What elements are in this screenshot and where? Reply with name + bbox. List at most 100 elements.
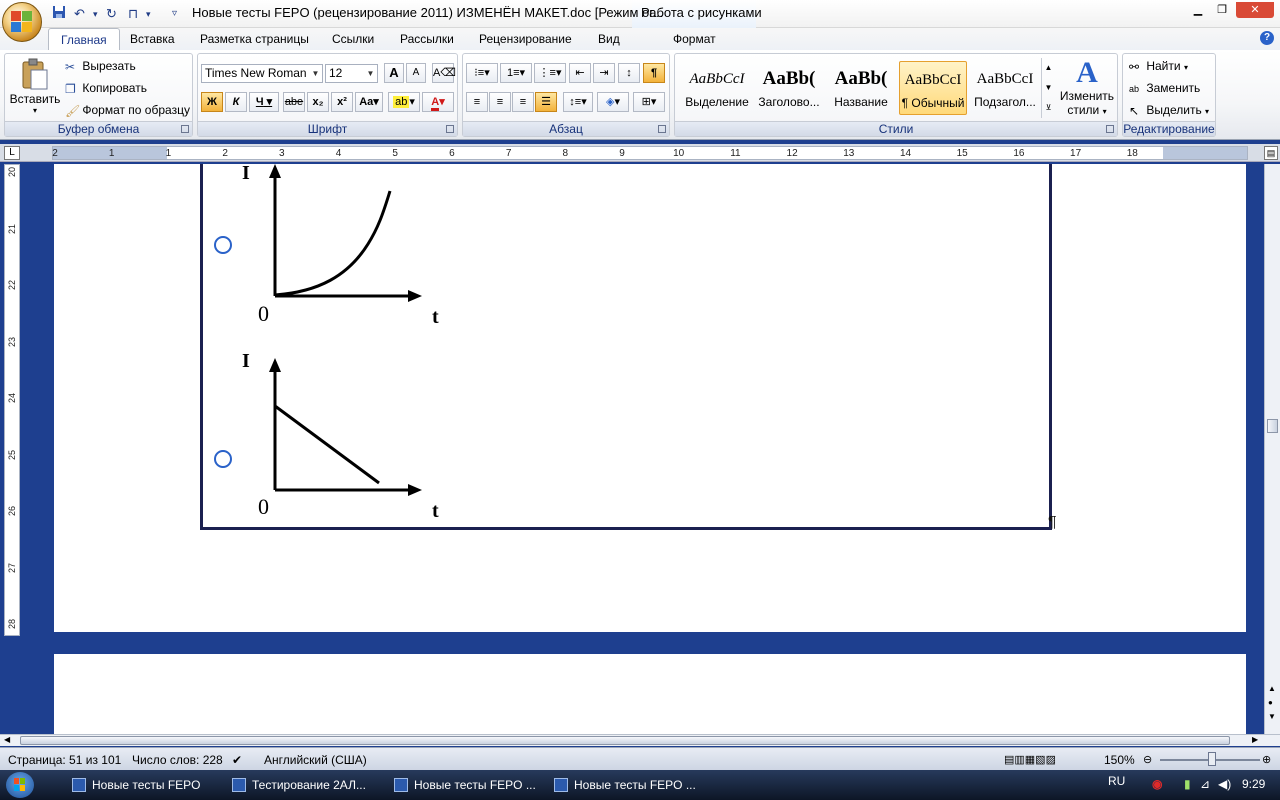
change-styles-button[interactable]: A Изменить стили ▾ <box>1058 57 1116 118</box>
line-spacing-button[interactable]: ↕≡▾ <box>563 92 593 112</box>
vertical-ruler[interactable]: 20 21 22 23 24 25 26 27 28 <box>4 164 20 636</box>
superscript-button[interactable]: x² <box>331 92 353 112</box>
spelling-check-icon[interactable]: ✔ <box>232 753 242 767</box>
taskbar-item-3[interactable]: Новые тесты FEPO ... <box>390 773 546 797</box>
tab-view[interactable]: Вид <box>598 32 620 46</box>
clear-formatting-icon[interactable]: A⌫ <box>432 63 456 83</box>
style-subtitle[interactable]: AaBbCcI Подзагол... <box>971 61 1039 115</box>
tab-page-layout[interactable]: Разметка страницы <box>200 32 309 46</box>
quick-access-customize-icon[interactable]: ⊓ <box>128 5 138 23</box>
antivirus-icon[interactable]: ◉ <box>1152 777 1162 791</box>
network-icon[interactable]: ⊿ <box>1200 777 1210 791</box>
font-color-button[interactable]: A▾ <box>422 92 454 112</box>
bold-button[interactable]: Ж <box>201 92 223 112</box>
tab-home[interactable]: Главная <box>48 28 120 50</box>
start-button[interactable] <box>6 772 34 798</box>
font-launcher-icon[interactable] <box>446 125 454 133</box>
document-area[interactable]: I 0 t I 0 t ¶ <box>22 164 1262 734</box>
battery-icon[interactable]: ▮ <box>1184 777 1191 791</box>
language-indicator[interactable]: RU <box>1108 774 1125 788</box>
scroll-right-icon[interactable]: ▶ <box>1252 735 1258 744</box>
horizontal-ruler[interactable]: L 2 1 1 2 3 4 5 6 7 8 9 10 11 12 13 14 15 16 17 18 ▤ <box>0 144 1280 162</box>
taskbar-item-1[interactable]: Новые тесты FEPO <box>68 773 224 797</box>
view-ruler-icon[interactable]: ▤ <box>1264 146 1278 160</box>
scroll-down-icon[interactable]: ▼ <box>1268 712 1276 721</box>
browse-object-icon[interactable]: ● <box>1268 698 1273 707</box>
volume-icon[interactable]: ◀) <box>1218 777 1231 791</box>
redo-icon[interactable]: ↻ <box>106 5 117 23</box>
tab-mailings[interactable]: Рассылки <box>400 32 454 46</box>
find-button[interactable]: ⚯ Найти ▾ <box>1129 59 1188 74</box>
style-emphasis[interactable]: AaBbCcI Выделение <box>683 61 751 115</box>
tab-references[interactable]: Ссылки <box>332 32 374 46</box>
office-button[interactable] <box>2 2 42 42</box>
zoom-in-icon[interactable]: ⊕ <box>1262 753 1271 766</box>
font-size-combo[interactable]: 12 ▼ <box>325 64 378 83</box>
minimize-button[interactable]: ▁ <box>1186 2 1210 18</box>
replace-button[interactable]: ab Заменить <box>1129 81 1200 95</box>
increase-indent-button[interactable]: ⇥ <box>593 63 615 83</box>
select-button[interactable]: ↖ Выделить ▾ <box>1129 103 1209 118</box>
show-marks-button[interactable]: ¶ <box>643 63 665 83</box>
close-button[interactable]: ✕ <box>1236 2 1274 18</box>
quick-access-more-icon[interactable]: ▿ <box>172 5 177 23</box>
styles-more-icon[interactable]: ⊻ <box>1042 98 1055 118</box>
grow-font-button[interactable]: A <box>384 63 404 83</box>
answer-radio-2[interactable] <box>214 450 232 468</box>
copy-button[interactable]: ❐ Копировать <box>65 81 147 96</box>
font-size-dropdown-icon[interactable]: ▼ <box>365 66 376 81</box>
tab-review[interactable]: Рецензирование <box>479 32 572 46</box>
undo-icon[interactable]: ↶ <box>74 5 85 23</box>
paragraph-launcher-icon[interactable] <box>658 125 666 133</box>
styles-down-icon[interactable]: ▼ <box>1042 78 1055 98</box>
font-name-combo[interactable]: Times New Roman ▼ <box>201 64 323 83</box>
zoom-level[interactable]: 150% <box>1104 753 1135 767</box>
status-word-count[interactable]: Число слов: 228 <box>132 753 223 767</box>
shading-button[interactable]: ◈▾ <box>597 92 629 112</box>
style-heading[interactable]: AaBb( Заголово... <box>755 61 823 115</box>
clipboard-launcher-icon[interactable] <box>181 125 189 133</box>
align-right-button[interactable]: ≡ <box>512 92 534 112</box>
next-page[interactable] <box>54 654 1246 734</box>
zoom-out-icon[interactable]: ⊖ <box>1143 753 1152 766</box>
view-buttons[interactable]: ▤▥▦▧▨ <box>1004 753 1056 766</box>
zoom-slider-thumb[interactable] <box>1208 752 1216 766</box>
multilevel-list-button[interactable]: ⋮≡▾ <box>534 63 566 83</box>
save-icon[interactable] <box>52 5 66 23</box>
vertical-scrollbar[interactable]: ▲ ● ▼ <box>1264 164 1280 734</box>
styles-up-icon[interactable]: ▲ <box>1042 58 1055 78</box>
justify-button[interactable]: ☰ <box>535 92 557 112</box>
change-case-button[interactable]: Aa▾ <box>355 92 383 112</box>
tab-format[interactable]: Формат <box>673 32 716 46</box>
scroll-up-icon[interactable]: ▲ <box>1268 684 1276 693</box>
sort-button[interactable]: ↕ <box>618 63 640 83</box>
paste-button[interactable]: Вставить ▾ <box>9 58 61 115</box>
tab-insert[interactable]: Вставка <box>130 32 175 46</box>
vertical-scroll-thumb[interactable] <box>1267 419 1278 433</box>
horizontal-scroll-thumb[interactable] <box>20 736 1230 745</box>
underline-button[interactable]: Ч ▾ <box>249 92 279 112</box>
maximize-button[interactable]: ❐ <box>1210 2 1234 18</box>
style-normal[interactable]: AaBbCcI ¶ Обычный <box>899 61 967 115</box>
help-icon[interactable]: ? <box>1260 31 1274 45</box>
status-page[interactable]: Страница: 51 из 101 <box>8 753 121 767</box>
shrink-font-button[interactable]: A <box>406 63 426 83</box>
cut-button[interactable]: ✂ Вырезать <box>65 59 136 74</box>
scroll-left-icon[interactable]: ◀ <box>4 735 10 744</box>
numbering-button[interactable]: 1≡▾ <box>500 63 532 83</box>
undo-dropdown-icon[interactable]: ▾ <box>93 5 98 23</box>
answer-radio-1[interactable] <box>214 236 232 254</box>
decrease-indent-button[interactable]: ⇤ <box>569 63 591 83</box>
align-left-button[interactable]: ≡ <box>466 92 488 112</box>
format-painter-button[interactable]: 🖌 Формат по образцу <box>65 103 190 118</box>
borders-button[interactable]: ⊞▾ <box>633 92 665 112</box>
taskbar-item-4[interactable]: Новые тесты FEPO ... <box>550 773 706 797</box>
status-language[interactable]: Английский (США) <box>264 753 367 767</box>
highlight-button[interactable]: ab ▾ <box>388 92 420 112</box>
horizontal-scrollbar[interactable]: ◀ ▶ <box>0 734 1280 746</box>
font-name-dropdown-icon[interactable]: ▼ <box>310 66 321 81</box>
italic-button[interactable]: К <box>225 92 247 112</box>
styles-launcher-icon[interactable] <box>1106 125 1114 133</box>
style-title[interactable]: AaBb( Название <box>827 61 895 115</box>
subscript-button[interactable]: x₂ <box>307 92 329 112</box>
